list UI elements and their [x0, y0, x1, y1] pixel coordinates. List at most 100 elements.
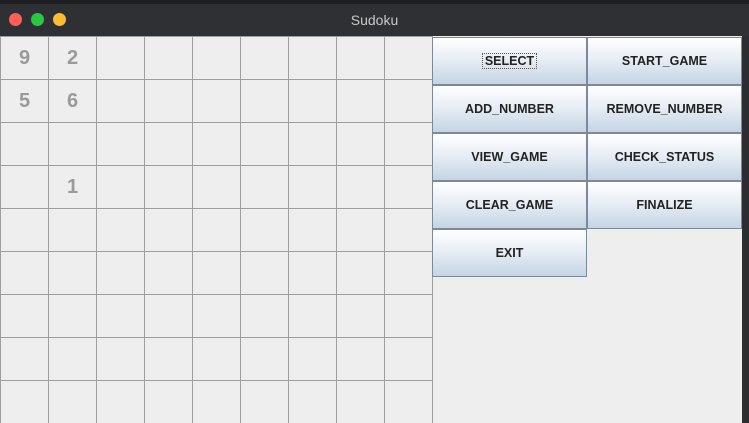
sudoku-cell[interactable]: [49, 338, 97, 381]
sudoku-cell[interactable]: [97, 209, 145, 252]
sudoku-cell[interactable]: [337, 166, 385, 209]
finalize-button[interactable]: FINALIZE: [587, 181, 742, 229]
sudoku-cell[interactable]: [145, 295, 193, 338]
sudoku-window: Sudoku 9256 1 SELECT START_GAME ADD_NUMBE…: [0, 4, 749, 423]
sudoku-cell[interactable]: [337, 80, 385, 123]
sudoku-cell[interactable]: [241, 123, 289, 166]
sudoku-cell[interactable]: [193, 166, 241, 209]
sudoku-cell[interactable]: [289, 209, 337, 252]
sudoku-cell[interactable]: [97, 166, 145, 209]
start-game-button-label: START_GAME: [621, 54, 708, 68]
sudoku-cell[interactable]: [337, 338, 385, 381]
sudoku-cell[interactable]: [337, 37, 385, 80]
sudoku-cell[interactable]: [385, 123, 433, 166]
sudoku-cell[interactable]: [1, 209, 49, 252]
sudoku-cell[interactable]: [337, 252, 385, 295]
sudoku-cell[interactable]: [145, 80, 193, 123]
sudoku-cell[interactable]: [289, 338, 337, 381]
remove-number-button[interactable]: REMOVE_NUMBER: [587, 85, 742, 133]
sudoku-cell[interactable]: 5: [1, 80, 49, 123]
sudoku-cell[interactable]: [145, 252, 193, 295]
sudoku-cell[interactable]: [385, 37, 433, 80]
sudoku-cell[interactable]: [289, 37, 337, 80]
sudoku-cell[interactable]: [145, 166, 193, 209]
sudoku-cell[interactable]: [337, 295, 385, 338]
add-number-button-label: ADD_NUMBER: [465, 102, 554, 116]
sudoku-cell[interactable]: [97, 295, 145, 338]
sudoku-cell[interactable]: [1, 252, 49, 295]
sudoku-cell[interactable]: [241, 338, 289, 381]
sudoku-cell[interactable]: [145, 338, 193, 381]
add-number-button[interactable]: ADD_NUMBER: [432, 85, 587, 133]
sudoku-cell[interactable]: [193, 338, 241, 381]
sudoku-cell[interactable]: [193, 209, 241, 252]
sudoku-cell[interactable]: [97, 80, 145, 123]
sudoku-cell[interactable]: [49, 209, 97, 252]
sudoku-cell[interactable]: [337, 209, 385, 252]
sudoku-cell[interactable]: 9: [1, 37, 49, 80]
sudoku-cell[interactable]: [385, 252, 433, 295]
sudoku-cell[interactable]: 2: [49, 37, 97, 80]
sudoku-cell[interactable]: [97, 338, 145, 381]
sudoku-cell[interactable]: [337, 123, 385, 166]
sudoku-cell[interactable]: [289, 166, 337, 209]
sudoku-cell[interactable]: [241, 209, 289, 252]
sudoku-cell[interactable]: [145, 123, 193, 166]
sudoku-cell[interactable]: [385, 338, 433, 381]
start-game-button[interactable]: START_GAME: [587, 37, 742, 85]
sudoku-cell[interactable]: [97, 37, 145, 80]
view-game-button[interactable]: VIEW_GAME: [432, 133, 587, 181]
sudoku-cell[interactable]: [193, 381, 241, 423]
sudoku-cell[interactable]: [193, 80, 241, 123]
sudoku-cell[interactable]: [289, 80, 337, 123]
view-game-button-label: VIEW_GAME: [471, 150, 548, 164]
sudoku-cell[interactable]: [1, 123, 49, 166]
check-status-button[interactable]: CHECK_STATUS: [587, 133, 742, 181]
select-button[interactable]: SELECT: [432, 37, 587, 85]
sudoku-cell[interactable]: [241, 37, 289, 80]
sudoku-cell[interactable]: [1, 381, 49, 423]
sudoku-cell[interactable]: [1, 338, 49, 381]
sudoku-cell[interactable]: [289, 252, 337, 295]
sudoku-cell[interactable]: [1, 166, 49, 209]
sudoku-cell[interactable]: [193, 37, 241, 80]
sudoku-cell[interactable]: [385, 295, 433, 338]
clear-game-button[interactable]: CLEAR_GAME: [432, 181, 587, 229]
sudoku-cell[interactable]: [97, 381, 145, 423]
sudoku-cell[interactable]: [241, 295, 289, 338]
exit-button[interactable]: EXIT: [432, 229, 587, 277]
sudoku-cell[interactable]: [49, 123, 97, 166]
sudoku-cell[interactable]: [97, 252, 145, 295]
sudoku-cell[interactable]: [385, 381, 433, 423]
finalize-button-label: FINALIZE: [636, 198, 693, 212]
background-window-edge: [742, 36, 749, 423]
sudoku-cell[interactable]: [241, 166, 289, 209]
sudoku-cell[interactable]: [49, 252, 97, 295]
sudoku-cell[interactable]: 1: [49, 166, 97, 209]
sudoku-cell[interactable]: [289, 295, 337, 338]
sudoku-cell[interactable]: [385, 80, 433, 123]
window-title: Sudoku: [350, 12, 399, 28]
remove-number-button-label: REMOVE_NUMBER: [606, 102, 723, 116]
sudoku-cell[interactable]: [385, 166, 433, 209]
sudoku-cell[interactable]: [337, 381, 385, 423]
sudoku-cell[interactable]: [385, 209, 433, 252]
sudoku-cell[interactable]: [193, 252, 241, 295]
sudoku-cell[interactable]: [241, 80, 289, 123]
sudoku-cell[interactable]: [241, 252, 289, 295]
sudoku-cell[interactable]: [49, 295, 97, 338]
sudoku-cell[interactable]: [145, 381, 193, 423]
sudoku-cell[interactable]: [241, 381, 289, 423]
sudoku-cell[interactable]: [193, 123, 241, 166]
clear-game-button-label: CLEAR_GAME: [465, 198, 554, 212]
sudoku-cell[interactable]: [97, 123, 145, 166]
sudoku-cell[interactable]: [193, 295, 241, 338]
sudoku-cell[interactable]: [289, 123, 337, 166]
sudoku-cell[interactable]: [289, 381, 337, 423]
title-bar[interactable]: Sudoku: [0, 4, 749, 37]
sudoku-cell[interactable]: 6: [49, 80, 97, 123]
sudoku-cell[interactable]: [145, 37, 193, 80]
sudoku-cell[interactable]: [1, 295, 49, 338]
sudoku-cell[interactable]: [49, 381, 97, 423]
sudoku-cell[interactable]: [145, 209, 193, 252]
